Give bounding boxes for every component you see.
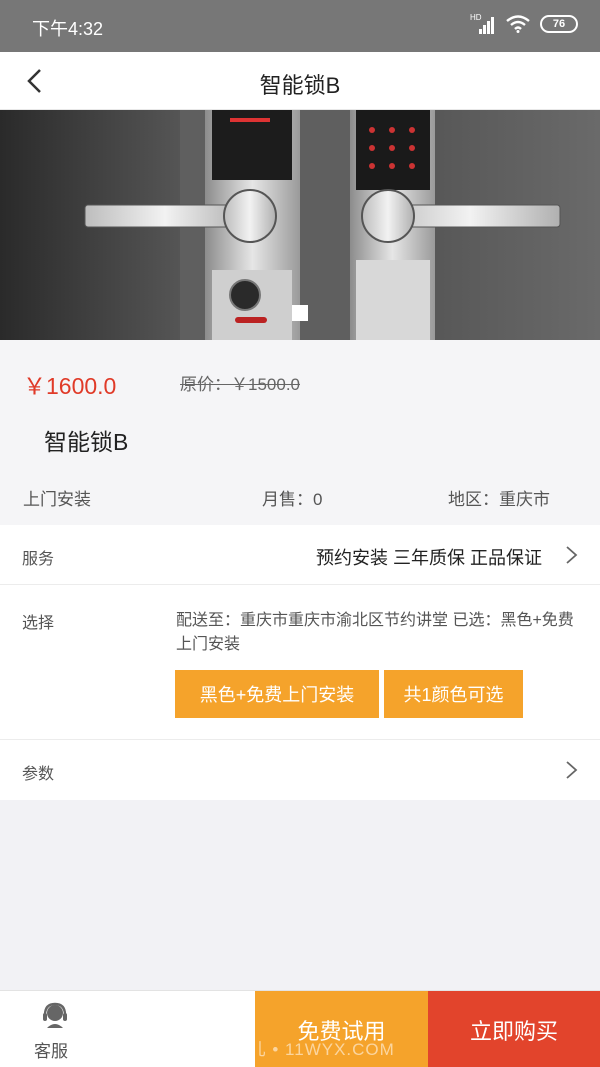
detail-rows: 服务 预约安装 三年质保 正品保证 选择 配送至：重庆市重庆市渝北区节约讲堂 已… [0, 525, 600, 800]
delivery-selection-text: 配送至：重庆市重庆市渝北区节约讲堂 已选：黑色+免费上门安装 [176, 612, 574, 653]
battery-icon: 76 [540, 15, 578, 33]
signal-icon: HD [470, 14, 496, 34]
product-name: 智能锁B [44, 429, 129, 455]
carousel-indicator[interactable] [292, 305, 308, 321]
headset-icon [43, 1002, 67, 1028]
page-title: 智能锁B [259, 73, 341, 98]
chevron-right-icon [566, 761, 578, 779]
service-row[interactable]: 服务 预约安装 三年质保 正品保证 [0, 525, 600, 585]
region: 地区：重庆市 [448, 490, 550, 509]
nav-bar: 智能锁B [0, 52, 600, 110]
option-color-count[interactable]: 共1颜色可选 [384, 670, 523, 718]
service-value: 预约安装 三年质保 正品保证 [315, 548, 542, 568]
watermark: 11玩意儿 • 11WYX.COM [193, 1040, 395, 1059]
product-image-carousel[interactable] [0, 110, 600, 340]
product-info: ￥1600.0 原价：￥1500.0 智能锁B 上门安装 月售：0 地区：重庆市 [0, 340, 600, 525]
monthly-sales: 月售：0 [262, 490, 323, 509]
params-label: 参数 [22, 766, 55, 783]
status-time: 下午4:32 [32, 19, 104, 39]
service-label: 服务 [22, 551, 55, 568]
install-type: 上门安装 [23, 490, 91, 509]
select-label: 选择 [22, 615, 55, 632]
status-bar: 下午4:32 HD 76 [0, 0, 600, 52]
status-icons: HD 76 [470, 14, 578, 34]
select-row[interactable]: 选择 配送至：重庆市重庆市渝北区节约讲堂 已选：黑色+免费上门安装 黑色+免费上… [0, 585, 600, 740]
wifi-icon [506, 15, 530, 33]
option-black-install[interactable]: 黑色+免费上门安装 [175, 670, 379, 718]
chevron-right-icon [566, 546, 578, 564]
customer-service-label: 客服 [34, 1042, 68, 1061]
params-row[interactable]: 参数 [0, 740, 600, 800]
buy-now-button[interactable]: 立即购买 [428, 991, 600, 1067]
product-price: ￥1600.0 [23, 373, 117, 399]
original-price: 原价：￥1500.0 [180, 375, 300, 394]
